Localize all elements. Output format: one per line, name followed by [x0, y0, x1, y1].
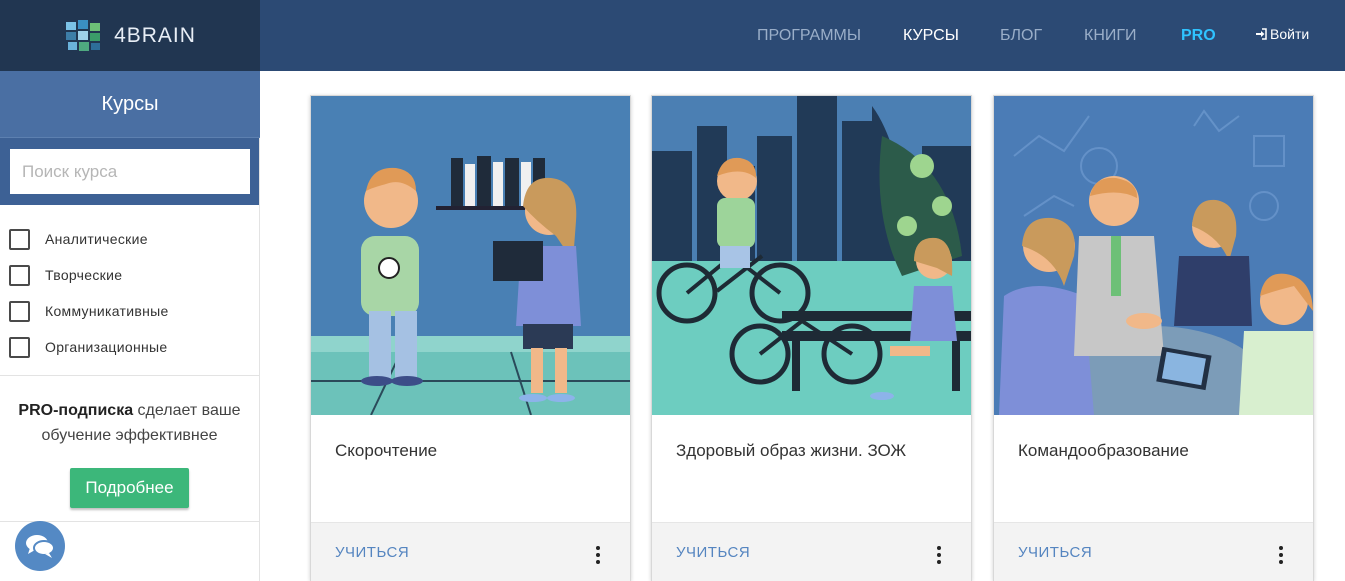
filter-analytical[interactable]: Аналитические	[9, 221, 259, 257]
checkbox[interactable]	[9, 336, 30, 358]
top-navigation-bar: 4BRAIN ПРОГРАММЫ КУРСЫ БЛОГ КНИГИ PRO Во…	[0, 0, 1345, 71]
nav-books[interactable]: КНИГИ	[1084, 27, 1137, 45]
course-title[interactable]: Командообразование	[1018, 441, 1189, 461]
cyclist-city-illustration	[652, 96, 971, 415]
filter-creative[interactable]: Творческие	[9, 257, 259, 293]
login-button[interactable]: Войти	[1255, 26, 1309, 42]
more-vertical-icon[interactable]	[1274, 545, 1288, 565]
checkbox[interactable]	[9, 228, 30, 250]
filter-communicative[interactable]: Коммуникативные	[9, 293, 259, 329]
learn-button[interactable]: УЧИТЬСЯ	[676, 544, 750, 561]
card-footer: УЧИТЬСЯ	[311, 522, 630, 581]
nav-blog[interactable]: БЛОГ	[1000, 27, 1042, 45]
filter-label: Организационные	[45, 339, 168, 355]
nav-pro[interactable]: PRO	[1181, 27, 1216, 45]
filter-label: Творческие	[45, 267, 123, 283]
more-vertical-icon[interactable]	[932, 545, 946, 565]
sign-in-icon	[1256, 28, 1267, 40]
pro-promo-text: PRO-подписка сделает ваше обучение эффек…	[10, 398, 249, 448]
team-handshake-illustration	[994, 96, 1313, 415]
course-card-speed-reading[interactable]: Скорочтение УЧИТЬСЯ	[310, 95, 631, 581]
card-footer: УЧИТЬСЯ	[652, 522, 971, 581]
pro-promo: PRO-подписка сделает ваше обучение эффек…	[0, 376, 259, 508]
card-footer: УЧИТЬСЯ	[994, 522, 1313, 581]
more-vertical-icon[interactable]	[591, 545, 605, 565]
nav-courses[interactable]: КУРСЫ	[903, 27, 959, 45]
filter-label: Коммуникативные	[45, 303, 169, 319]
category-filters: Аналитические Творческие Коммуникативные…	[0, 205, 259, 365]
course-title[interactable]: Здоровый образ жизни. ЗОЖ	[676, 441, 906, 461]
sidebar-title: Курсы	[0, 71, 260, 138]
checkbox[interactable]	[9, 264, 30, 286]
chat-button[interactable]	[15, 521, 65, 571]
course-title[interactable]: Скорочтение	[335, 441, 437, 461]
pro-promo-strong: PRO-подписка	[18, 402, 134, 419]
reading-people-illustration	[311, 96, 630, 415]
learn-button[interactable]: УЧИТЬСЯ	[335, 544, 409, 561]
learn-button[interactable]: УЧИТЬСЯ	[1018, 544, 1092, 561]
chat-bubbles-icon	[26, 535, 55, 558]
filter-organizational[interactable]: Организационные	[9, 329, 259, 365]
sidebar-header: Курсы	[0, 71, 260, 205]
more-button[interactable]: Подробнее	[70, 468, 189, 508]
checkbox[interactable]	[9, 300, 30, 322]
filter-label: Аналитические	[45, 231, 148, 247]
course-search-input[interactable]	[10, 149, 250, 194]
nav-programs[interactable]: ПРОГРАММЫ	[757, 27, 861, 45]
logo-text: 4BRAIN	[114, 23, 196, 47]
logo[interactable]: 4BRAIN	[0, 0, 260, 71]
brain-cube-icon	[66, 19, 101, 51]
sidebar: Курсы Аналитические Творческие Коммуника…	[0, 71, 260, 581]
course-card-healthy-lifestyle[interactable]: Здоровый образ жизни. ЗОЖ УЧИТЬСЯ	[651, 95, 972, 581]
course-card-team-building[interactable]: Командообразование УЧИТЬСЯ	[993, 95, 1314, 581]
login-label: Войти	[1270, 26, 1310, 42]
